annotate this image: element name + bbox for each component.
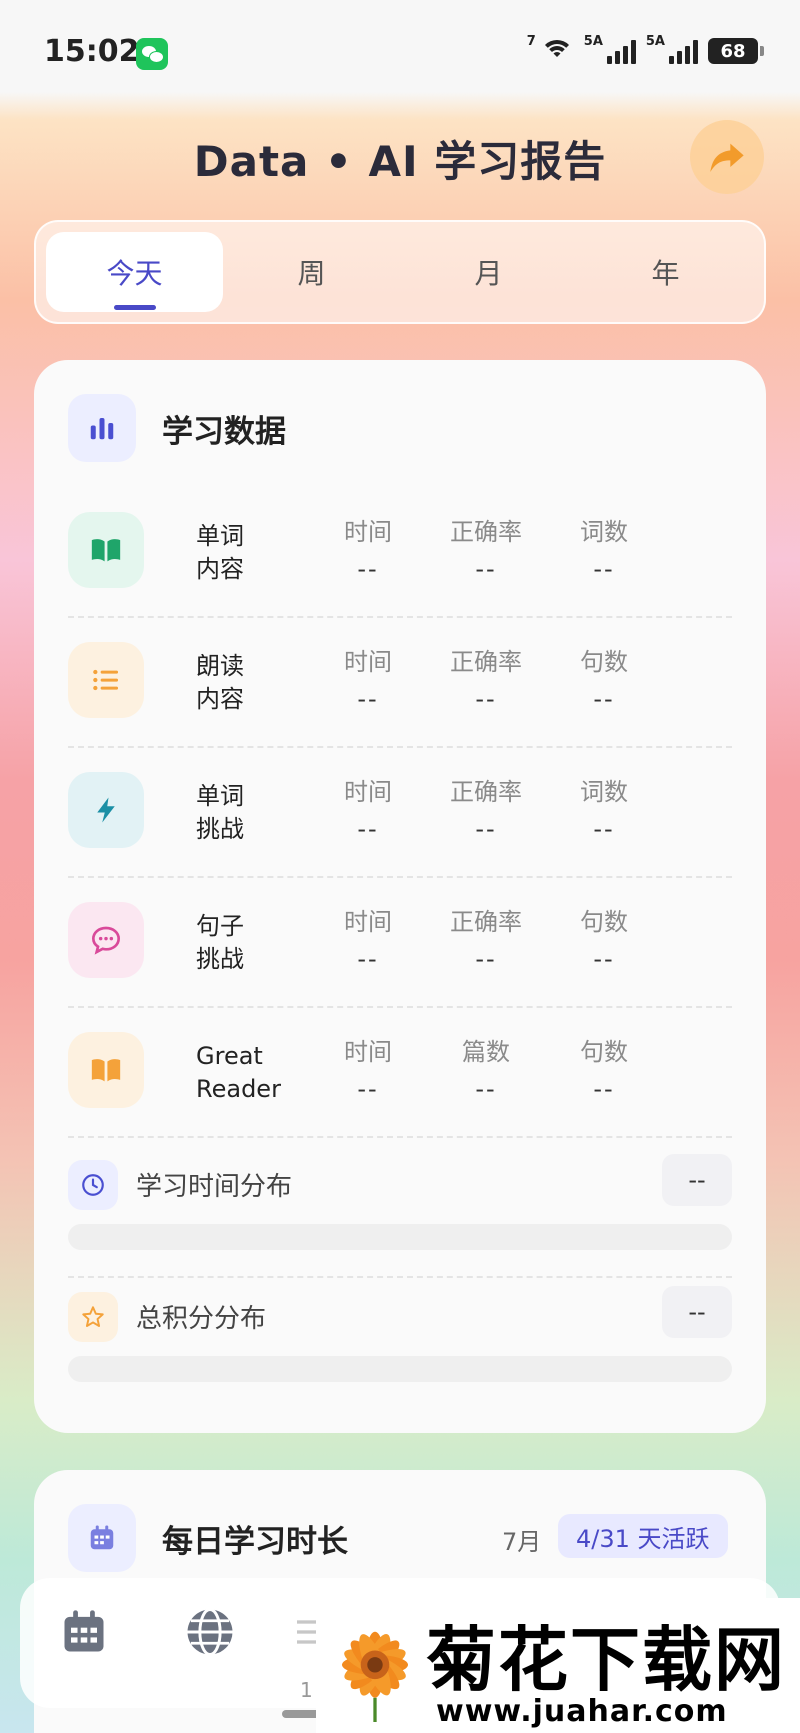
- watermark-url: www.juahar.com: [436, 1694, 728, 1729]
- bar-chart-icon: [68, 394, 136, 462]
- list-icon: [68, 642, 144, 718]
- signal2-label: 5A: [645, 33, 665, 49]
- stat-count: 词数 --: [580, 778, 628, 843]
- time-distribution-label: 学习时间分布: [136, 1172, 293, 1202]
- wifi-label: 7: [526, 33, 536, 49]
- card-header: 每日学习时长: [68, 1504, 348, 1572]
- score-distribution[interactable]: 总积分分布 --: [68, 1284, 732, 1344]
- watermark-title: 菊花下载网: [426, 1619, 786, 1701]
- row-name: 单词 内容: [196, 522, 244, 583]
- stat-count: 词数 --: [580, 518, 628, 583]
- row-name: 单词 挑战: [196, 782, 244, 843]
- row-name: 句子 挑战: [196, 912, 244, 973]
- row-name: 朗读 内容: [196, 652, 244, 713]
- stat-row-reading-content[interactable]: 朗读 内容 时间 -- 正确率 -- 句数 --: [68, 620, 732, 750]
- signal1-label: 5A: [583, 33, 603, 49]
- tab-week[interactable]: 周: [223, 232, 400, 312]
- tab-today[interactable]: 今天: [46, 232, 223, 312]
- wifi-icon: [539, 38, 574, 64]
- time-distribution-value: --: [662, 1154, 732, 1206]
- share-button[interactable]: [690, 120, 764, 194]
- signal-icon: [669, 38, 698, 64]
- study-data-card: 学习数据 单词 内容 时间 -- 正确率 -- 词数 -- 朗读 内容 时间 -- 正确率 -…: [34, 360, 766, 1433]
- nav-sub-text: 1: [300, 1678, 313, 1702]
- score-distribution-value: --: [662, 1286, 732, 1338]
- star-icon: [68, 1292, 118, 1342]
- book-icon: [68, 1032, 144, 1108]
- stat-count: 句数 --: [580, 648, 628, 713]
- stat-count: 句数 --: [580, 1038, 628, 1103]
- time-distribution[interactable]: 学习时间分布 --: [68, 1152, 732, 1212]
- divider: [68, 746, 732, 748]
- period-tabs: 今天 周 月 年: [34, 220, 766, 324]
- card-title: 学习数据: [162, 413, 286, 450]
- calendar-nav-icon[interactable]: [54, 1602, 114, 1662]
- page-title: Data • AI 学习报告: [193, 137, 607, 186]
- globe-nav-icon[interactable]: [180, 1602, 240, 1662]
- score-distribution-label: 总积分分布: [136, 1304, 267, 1334]
- stat-count: 句数 --: [580, 908, 628, 973]
- watermark: 菊花下载网 www.juahar.com: [316, 1598, 800, 1733]
- card-header: 学习数据: [68, 394, 286, 462]
- status-indicators: 7 5A 5A 68: [527, 34, 764, 64]
- status-bar: 15:02 7 5A 5A 68: [0, 0, 800, 92]
- flower-logo-icon: [342, 1631, 408, 1722]
- active-days-badge: 4/31 天活跃: [558, 1514, 728, 1558]
- chat-bubble-icon: [68, 902, 144, 978]
- signal-icon: [606, 38, 636, 64]
- stat-row-word-content[interactable]: 单词 内容 时间 -- 正确率 -- 词数 --: [68, 490, 732, 620]
- row-name: Great Reader: [196, 1042, 281, 1103]
- wechat-icon: [136, 38, 168, 70]
- calendar-icon: [68, 1504, 136, 1572]
- divider: [68, 1006, 732, 1008]
- status-time: 15:02: [44, 34, 140, 69]
- tab-year[interactable]: 年: [577, 232, 754, 312]
- divider: [68, 876, 732, 878]
- score-distribution-bar: [68, 1356, 732, 1382]
- divider: [68, 1136, 732, 1138]
- stat-row-sentence-challenge[interactable]: 句子 挑战 时间 -- 正确率 -- 句数 --: [68, 880, 732, 1010]
- time-distribution-bar: [68, 1224, 732, 1250]
- stat-row-word-challenge[interactable]: 单词 挑战 时间 -- 正确率 -- 词数 --: [68, 750, 732, 880]
- card-title: 每日学习时长: [162, 1523, 348, 1560]
- tab-month[interactable]: 月: [400, 232, 577, 312]
- clock-icon: [68, 1160, 118, 1210]
- stat-row-great-reader[interactable]: Great Reader 时间 -- 篇数 -- 句数 --: [68, 1010, 732, 1140]
- share-arrow-icon: [710, 143, 744, 172]
- book-open-icon: [68, 512, 144, 588]
- month-label[interactable]: 7月: [502, 1522, 541, 1557]
- divider: [68, 616, 732, 618]
- lightning-icon: [68, 772, 144, 848]
- battery-icon: 68: [708, 38, 764, 64]
- battery-level: 68: [720, 40, 746, 62]
- divider: [68, 1276, 732, 1278]
